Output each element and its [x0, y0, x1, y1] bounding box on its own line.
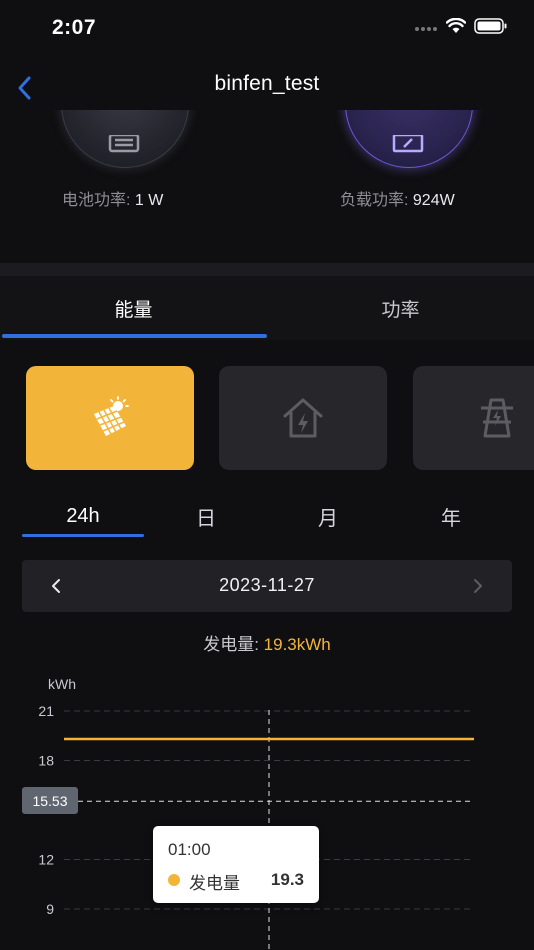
- card-grid[interactable]: [413, 366, 534, 470]
- signal-icon: [414, 20, 438, 38]
- home-power-icon: [283, 398, 323, 438]
- chart-tooltip: 01:00 发电量 19.3: [153, 826, 319, 903]
- battery-power-title: 电池功率:: [62, 192, 135, 209]
- main-tab-indicator: [2, 334, 267, 338]
- load-power-label: 负载功率: 924W: [340, 186, 455, 210]
- tooltip-series-name: 发电量: [189, 874, 240, 893]
- y-tick-label: 18: [38, 753, 54, 769]
- period-tabs: 24h 日 月 年: [0, 496, 534, 540]
- tooltip-series-dot: [168, 874, 180, 886]
- page-title: binfen_test: [214, 72, 320, 95]
- main-tabs: 能量 功率: [0, 276, 534, 340]
- period-tab-indicator: [22, 534, 144, 537]
- battery-node[interactable]: [61, 110, 189, 168]
- tab-day[interactable]: 日: [145, 496, 267, 536]
- status-icons: [414, 17, 508, 39]
- load-power-title: 负载功率:: [340, 192, 413, 209]
- tab-month[interactable]: 月: [267, 496, 389, 536]
- card-home[interactable]: [219, 366, 387, 470]
- battery-power-label: 电池功率: 1 W: [62, 186, 163, 210]
- tab-power[interactable]: 功率: [267, 276, 534, 340]
- battery-power-value: 1 W: [134, 192, 164, 209]
- generation-summary: 发电量: 19.3kWh: [0, 630, 534, 655]
- solar-panel-icon: [94, 396, 129, 436]
- y-tick-label: 9: [46, 901, 54, 917]
- crosshair-value-label: 15.53: [22, 787, 78, 814]
- tab-year[interactable]: 年: [390, 496, 512, 536]
- date-selector: 2023-11-27: [22, 560, 512, 612]
- power-tower-icon: [481, 398, 513, 438]
- load-node[interactable]: [345, 110, 473, 168]
- tooltip-value: 19.3: [270, 870, 304, 889]
- nav-bar: binfen_test: [0, 62, 534, 110]
- battery-icon: [108, 135, 140, 153]
- tooltip-time: 01:00: [168, 840, 211, 859]
- wifi-icon: [445, 17, 467, 39]
- load-icon: [392, 135, 424, 153]
- device-cards: [0, 366, 534, 470]
- energy-flow: 电池功率: 1 W 负载功率: 924W: [0, 110, 534, 263]
- chevron-right-icon: [474, 579, 482, 593]
- section-divider: [0, 263, 534, 276]
- selected-date[interactable]: 2023-11-27: [22, 575, 512, 596]
- y-tick-label: 12: [38, 852, 54, 868]
- summary-label: 发电量:: [203, 635, 264, 654]
- status-time: 2:07: [52, 16, 97, 39]
- generation-chart[interactable]: 21 18 12 9: [0, 670, 534, 950]
- next-date-button[interactable]: [464, 572, 492, 600]
- status-bar: 2:07: [0, 0, 534, 60]
- y-tick-label: 21: [38, 703, 54, 719]
- tab-energy[interactable]: 能量: [0, 276, 267, 340]
- load-power-value: 924W: [412, 192, 455, 209]
- summary-value: 19.3kWh: [263, 635, 331, 654]
- tab-24h[interactable]: 24h: [22, 496, 144, 536]
- card-solar[interactable]: [26, 366, 194, 470]
- battery-status-icon: [474, 18, 508, 39]
